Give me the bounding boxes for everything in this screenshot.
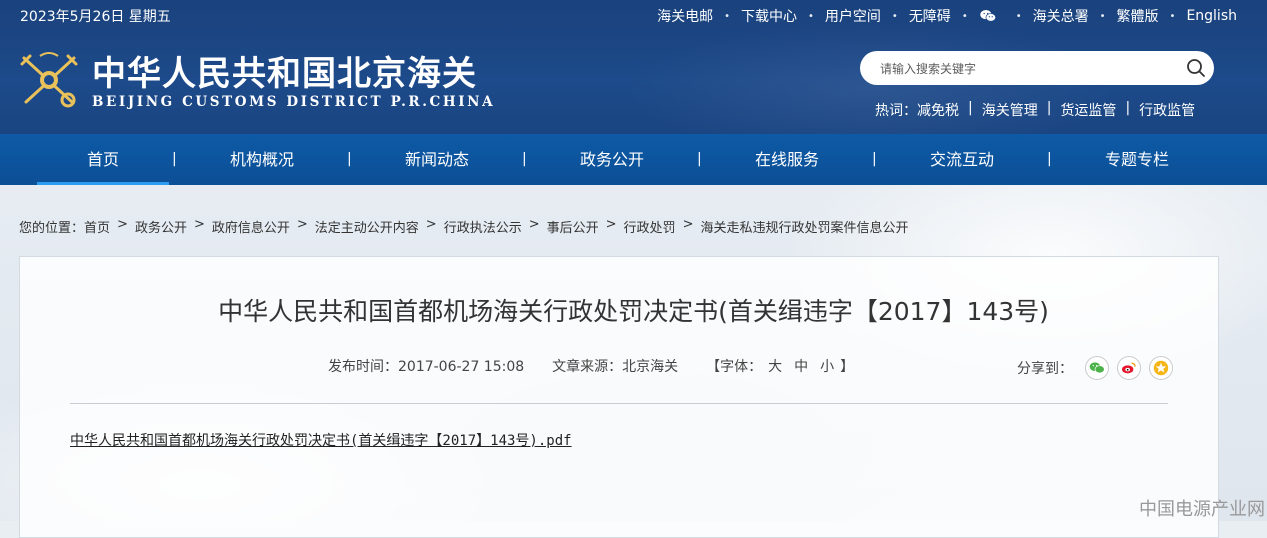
font-size-label: 【字体：: [706, 359, 763, 375]
weibo-share-button[interactable]: [1117, 356, 1141, 380]
hot-word-link[interactable]: 行政监管: [1139, 100, 1195, 120]
weibo-icon: [1122, 362, 1136, 374]
nav-separator: |: [347, 151, 352, 167]
font-size-switcher: 【字体： 大 中 小 】: [706, 356, 854, 376]
wechat-share-button[interactable]: [1085, 356, 1109, 380]
nav-interaction[interactable]: 交流互动: [890, 134, 1034, 185]
nav-separator: |: [872, 151, 877, 167]
breadcrumb-item[interactable]: 事后公开: [547, 217, 599, 236]
nav-organization[interactable]: 机构概况: [190, 134, 334, 185]
link-gac[interactable]: 海关总署: [1033, 6, 1089, 26]
watermark-site-name: 中国电源产业网: [1139, 499, 1265, 520]
link-customs-mail[interactable]: 海关电邮: [657, 6, 713, 26]
dot-separator: •: [1099, 10, 1106, 22]
breadcrumb-separator: >: [425, 217, 437, 232]
separator: |: [1046, 100, 1052, 116]
separator: |: [1125, 100, 1131, 116]
link-traditional-chinese[interactable]: 繁體版: [1117, 6, 1159, 26]
article-meta: 发布时间：2017-06-27 15:08 文章来源：北京海关 【字体： 大 中…: [328, 356, 854, 376]
breadcrumb-separator: >: [117, 217, 128, 232]
divider: [70, 403, 1168, 404]
link-user-space[interactable]: 用户空间: [825, 6, 881, 26]
search-input[interactable]: [878, 58, 1172, 80]
breadcrumb-separator: >: [296, 217, 308, 232]
font-size-medium[interactable]: 中: [794, 356, 808, 376]
dot-separator: •: [724, 10, 730, 22]
share-label: 分享到：: [1017, 361, 1073, 377]
nav-separator: |: [522, 151, 527, 167]
link-download-center[interactable]: 下载中心: [741, 6, 797, 26]
nav-separator: |: [697, 151, 702, 167]
nav-online-services[interactable]: 在线服务: [715, 134, 859, 185]
nav-home[interactable]: 首页: [37, 134, 169, 185]
font-size-small[interactable]: 小: [820, 356, 834, 376]
hot-words-label: 热词：: [875, 103, 917, 119]
wechat-icon: [1089, 362, 1105, 374]
hot-words: 热词： 减免税 | 海关管理 | 货运监管 | 行政监管: [875, 100, 1195, 120]
separator: |: [968, 100, 973, 116]
nav-separator: |: [1047, 151, 1052, 167]
customs-emblem-logo[interactable]: [16, 50, 82, 110]
attachment-pdf-link[interactable]: 中华人民共和国首都机场海关行政处罚决定书(首关缉违字【2017】143号).pd…: [70, 430, 572, 450]
article-source: 文章来源：北京海关: [552, 359, 679, 375]
breadcrumb-separator: >: [682, 217, 694, 232]
publish-time: 发布时间：2017-06-27 15:08: [328, 359, 525, 375]
font-size-large[interactable]: 大: [768, 356, 782, 376]
nav-news[interactable]: 新闻动态: [365, 134, 509, 185]
dot-separator: •: [961, 10, 968, 22]
dot-separator: •: [1015, 10, 1022, 22]
qzone-share-button[interactable]: [1149, 356, 1173, 380]
breadcrumb-item[interactable]: 政府信息公开: [212, 217, 290, 236]
hot-word-link[interactable]: 货运监管: [1060, 100, 1116, 120]
breadcrumb-prefix: 您的位置：: [19, 221, 85, 236]
font-size-label-close: 】: [840, 359, 855, 375]
article-title: 中华人民共和国首都机场海关行政处罚决定书(首关缉违字【2017】143号): [218, 297, 1049, 326]
search-box: [860, 51, 1214, 85]
main-nav: 首页 | 机构概况 | 新闻动态 | 政务公开 | 在线服务 | 交流互动 | …: [0, 134, 1267, 185]
nav-government-affairs[interactable]: 政务公开: [540, 134, 684, 185]
top-links: 海关电邮 • 下载中心 • 用户空间 • 无障碍 • • 海关总署 • 繁體版 …: [657, 6, 1237, 26]
breadcrumb-item[interactable]: 首页: [84, 217, 110, 236]
star-icon: [1153, 360, 1169, 376]
search-icon[interactable]: [1186, 58, 1206, 78]
dot-separator: •: [1169, 10, 1176, 22]
link-english[interactable]: English: [1186, 8, 1237, 24]
breadcrumb-separator: >: [605, 217, 617, 232]
breadcrumb: 您的位置： 首页 > 政务公开 > 政府信息公开 > 法定主动公开内容 > 行政…: [19, 217, 908, 236]
share-bar: 分享到：: [1017, 356, 1173, 380]
breadcrumb-item[interactable]: 政务公开: [135, 217, 187, 236]
dot-separator: •: [891, 10, 898, 22]
breadcrumb-separator: >: [193, 217, 205, 232]
breadcrumb-item[interactable]: 法定主动公开内容: [315, 217, 419, 236]
hot-word-link[interactable]: 海关管理: [982, 100, 1038, 120]
link-accessibility[interactable]: 无障碍: [909, 6, 951, 26]
site-header: 2023年5月26日 星期五 海关电邮 • 下载中心 • 用户空间 • 无障碍 …: [0, 0, 1267, 134]
site-name-english: BEIJING CUSTOMS DISTRICT P.R.CHINA: [92, 94, 496, 110]
dot-separator: •: [808, 10, 814, 22]
breadcrumb-item[interactable]: 行政处罚: [624, 217, 676, 236]
current-date: 2023年5月26日 星期五: [20, 9, 171, 25]
hot-word-link[interactable]: 减免税: [917, 100, 959, 120]
breadcrumb-separator: >: [528, 217, 540, 232]
site-name-chinese: 中华人民共和国北京海关: [92, 54, 477, 94]
nav-special-topics[interactable]: 专题专栏: [1065, 134, 1209, 185]
breadcrumb-item[interactable]: 海关走私违规行政处罚案件信息公开: [700, 217, 908, 236]
nav-separator: |: [172, 151, 177, 167]
wechat-icon[interactable]: [979, 9, 997, 23]
breadcrumb-item[interactable]: 行政执法公示: [444, 217, 522, 236]
